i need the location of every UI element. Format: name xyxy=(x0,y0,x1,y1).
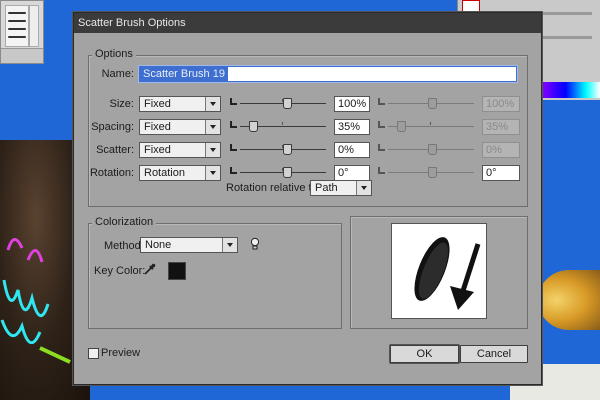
spacing-max-slider[interactable] xyxy=(378,119,474,133)
brush-preview-icon xyxy=(414,237,481,310)
size-min-value[interactable]: 100% xyxy=(334,96,370,112)
name-label: Name: xyxy=(101,68,134,80)
method-dropdown[interactable]: None xyxy=(140,237,238,253)
rotation-max-slider[interactable] xyxy=(378,165,474,179)
size-mode-dropdown[interactable]: Fixed xyxy=(139,96,221,112)
key-color-label: Key Color: xyxy=(94,265,146,277)
slider-thumb[interactable] xyxy=(283,167,293,178)
slider-thumb[interactable] xyxy=(428,167,437,178)
rotation-relative-dropdown[interactable]: Path xyxy=(310,180,372,196)
options-legend: Options xyxy=(92,48,136,60)
dropdown-arrow-icon xyxy=(222,238,237,252)
scatter-min-value[interactable]: 0% xyxy=(334,142,370,158)
rotation-relative-label: Rotation relative to: xyxy=(226,182,321,194)
panel-footer xyxy=(1,48,43,63)
rotation-label: Rotation: xyxy=(89,167,134,179)
cancel-button[interactable]: Cancel xyxy=(460,345,528,363)
spacing-max-value[interactable]: 35% xyxy=(482,119,520,135)
dropdown-arrow-icon xyxy=(205,143,220,157)
scatter-max-slider[interactable] xyxy=(378,142,474,156)
slider-thumb[interactable] xyxy=(249,121,259,132)
slider-mode-icon xyxy=(230,144,238,152)
size-max-value[interactable]: 100% xyxy=(482,96,520,112)
background-eagle-beak xyxy=(538,270,600,330)
slider-mode-icon xyxy=(378,121,386,129)
rotation-max-value[interactable]: 0° xyxy=(482,165,520,181)
size-label: Size: xyxy=(109,98,134,110)
size-mode-value: Fixed xyxy=(144,98,171,110)
rotation-min-value[interactable]: 0° xyxy=(334,165,370,181)
slider-mode-icon xyxy=(378,98,386,106)
rotation-min-slider[interactable] xyxy=(230,165,326,179)
brush-preview xyxy=(391,223,487,319)
colorization-legend: Colorization xyxy=(92,216,157,228)
slider-mode-icon xyxy=(378,144,386,152)
spacing-mode-value: Fixed xyxy=(144,121,171,133)
rotation-mode-dropdown[interactable]: Rotation xyxy=(139,165,221,181)
slider-thumb[interactable] xyxy=(428,144,437,155)
dropdown-arrow-icon xyxy=(356,181,371,195)
scatter-label: Scatter: xyxy=(96,144,134,156)
dialog-title[interactable]: Scatter Brush Options xyxy=(74,13,541,33)
background-brush-panel xyxy=(0,0,44,64)
rotation-mode-value: Rotation xyxy=(144,167,185,179)
preview-label[interactable]: Preview xyxy=(101,347,140,359)
spacing-min-slider[interactable] xyxy=(230,119,326,133)
slider-mode-icon xyxy=(230,121,238,129)
scatter-brush-options-dialog: Scatter Brush Options Options Name: Scat… xyxy=(73,12,542,385)
slider-tick xyxy=(282,122,283,125)
tip-lightbulb-icon[interactable] xyxy=(250,237,260,251)
dropdown-arrow-icon xyxy=(205,97,220,111)
scatter-min-slider[interactable] xyxy=(230,142,326,156)
slider-thumb[interactable] xyxy=(428,98,437,109)
scatter-mode-dropdown[interactable]: Fixed xyxy=(139,142,221,158)
spacing-min-value[interactable]: 35% xyxy=(334,119,370,135)
method-label: Method: xyxy=(104,240,144,252)
key-color-swatch[interactable] xyxy=(168,262,186,280)
slider-thumb[interactable] xyxy=(283,144,293,155)
name-field-value: Scatter Brush 19 xyxy=(140,67,228,81)
slider-thumb[interactable] xyxy=(283,98,293,109)
size-max-slider[interactable] xyxy=(378,96,474,110)
slider-mode-icon xyxy=(230,167,238,175)
eyedropper-icon[interactable] xyxy=(144,263,156,275)
method-value: None xyxy=(145,239,172,251)
scatter-mode-value: Fixed xyxy=(144,144,171,156)
slider-mode-icon xyxy=(230,98,238,106)
slider-tick xyxy=(430,122,431,125)
size-min-slider[interactable] xyxy=(230,96,326,110)
name-field[interactable]: Scatter Brush 19 xyxy=(138,65,518,83)
rotation-relative-value: Path xyxy=(315,182,338,194)
scatter-max-value[interactable]: 0% xyxy=(482,142,520,158)
brush-stroke-list xyxy=(5,5,29,47)
slider-mode-icon xyxy=(378,167,386,175)
background-neon-brush-strokes xyxy=(0,238,71,364)
panel-scrollbar xyxy=(29,5,39,47)
spacing-mode-dropdown[interactable]: Fixed xyxy=(139,119,221,135)
slider-thumb[interactable] xyxy=(397,121,407,132)
dropdown-arrow-icon xyxy=(205,166,220,180)
ok-button[interactable]: OK xyxy=(390,345,459,363)
dropdown-arrow-icon xyxy=(205,120,220,134)
preview-checkbox[interactable] xyxy=(88,348,99,359)
spacing-label: Spacing: xyxy=(91,121,134,133)
